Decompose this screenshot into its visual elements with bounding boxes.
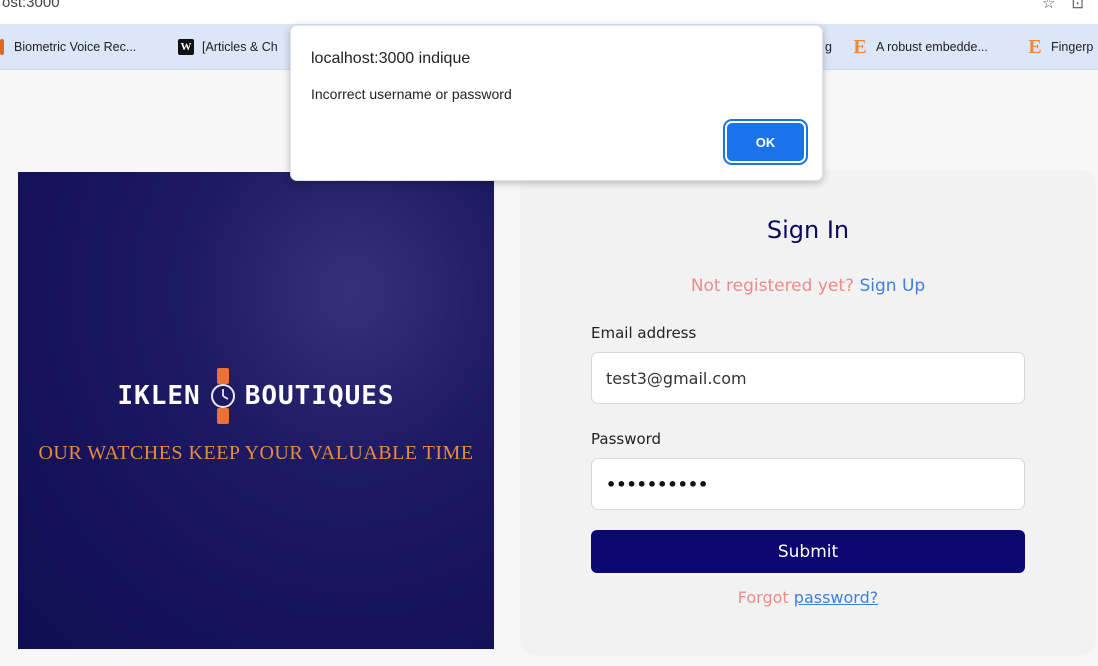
- password-field[interactable]: ••••••••••: [591, 458, 1025, 510]
- browser-toolbar-icons[interactable]: ☆ ⊡: [1042, 0, 1090, 12]
- not-registered-text: Not registered yet?: [690, 276, 855, 296]
- dialog-title: localhost:3000 indique: [311, 50, 471, 67]
- bookmark-label: Fingerp: [1051, 40, 1094, 54]
- email-field[interactable]: test3@gmail.com: [591, 352, 1025, 404]
- email-label: Email address: [591, 324, 697, 342]
- signup-link[interactable]: Sign Up: [859, 276, 925, 296]
- page-title: Sign In: [766, 216, 850, 244]
- ok-button[interactable]: OK: [727, 123, 804, 161]
- address-bar-text[interactable]: ost:3000: [2, 0, 60, 11]
- bookmark-biometric[interactable]: Biometric Voice Rec...: [0, 37, 136, 57]
- brand-name-right: BOUTIQUES: [244, 381, 395, 411]
- bookmark-articles[interactable]: W [Articles & Ch: [178, 37, 278, 57]
- submit-button[interactable]: Submit: [591, 530, 1025, 573]
- watch-icon: [210, 368, 235, 424]
- forgot-password-link[interactable]: password?: [794, 588, 878, 607]
- password-label: Password: [591, 430, 662, 448]
- orange-favicon-icon: [0, 39, 4, 55]
- forgot-text: Forgot: [737, 588, 789, 607]
- password-value: ••••••••••: [606, 474, 709, 494]
- w-favicon-icon: W: [178, 39, 194, 55]
- e-favicon-icon: E: [853, 36, 867, 58]
- bookmark-label: g: [825, 40, 832, 54]
- dialog-message: Incorrect username or password: [311, 86, 512, 102]
- browser-address-strip: ost:3000 ☆ ⊡: [0, 0, 1098, 24]
- brand-tagline: OUR WATCHES KEEP YOUR VALUABLE TIME: [38, 442, 474, 464]
- bookmark-fingerprint[interactable]: E Fingerp: [1027, 37, 1093, 57]
- bookmark-label: A robust embedde...: [876, 40, 988, 54]
- bookmark-label: Biometric Voice Rec...: [14, 40, 137, 54]
- register-prompt: Not registered yet? Sign Up: [522, 276, 1094, 296]
- e-favicon-icon: E: [1028, 36, 1042, 58]
- bookmark-robust-embedded[interactable]: E A robust embedde...: [852, 37, 988, 57]
- bookmark-partial[interactable]: g: [825, 37, 832, 57]
- brand-banner: IKLEN BOUTIQUES OUR WATCHES KEEP YOUR VA…: [18, 172, 494, 649]
- forgot-password-line: Forgot password?: [522, 588, 1094, 607]
- alert-dialog: localhost:3000 indique Incorrect usernam…: [290, 25, 823, 181]
- brand-name-left: IKLEN: [117, 381, 201, 411]
- signin-card: Sign In Not registered yet? Sign Up Emai…: [522, 172, 1094, 654]
- email-value: test3@gmail.com: [606, 368, 747, 388]
- brand-logo: IKLEN BOUTIQUES: [18, 368, 494, 424]
- bookmark-label: [Articles & Ch: [202, 40, 278, 54]
